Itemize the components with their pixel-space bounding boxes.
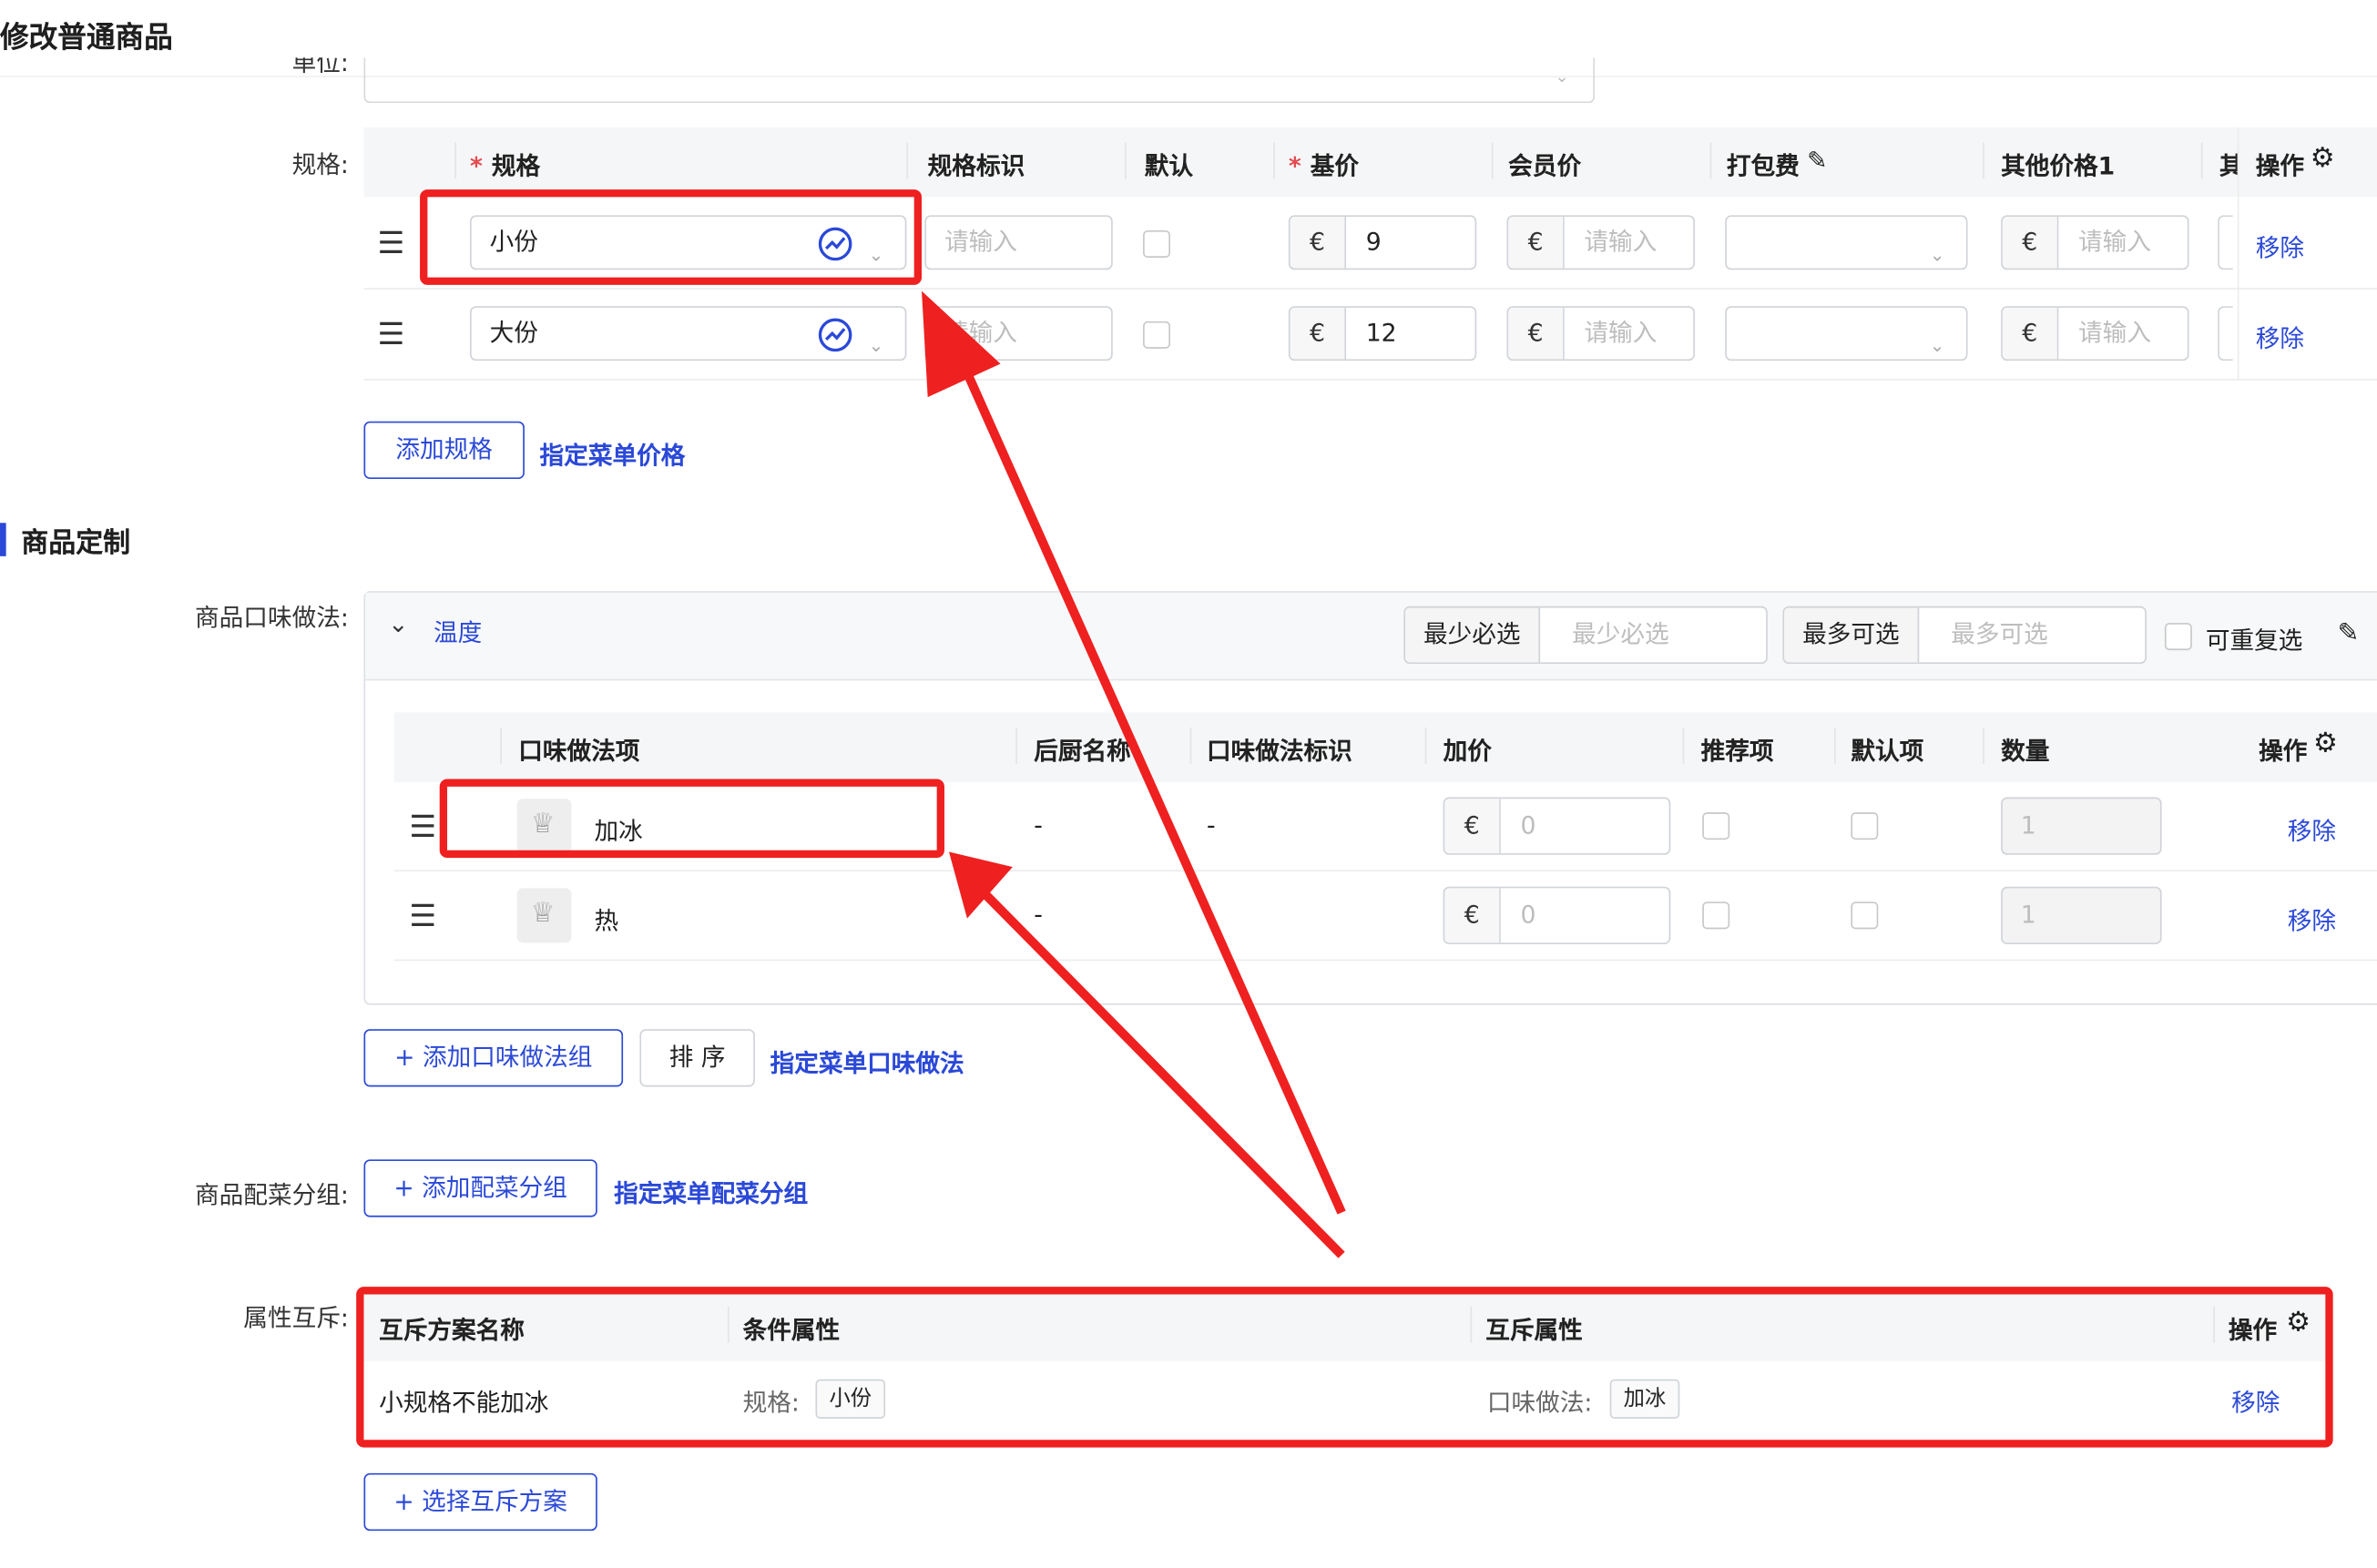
arrow-line (951, 343, 1346, 1215)
arrow-line (982, 891, 1345, 1258)
annotation-arrows (922, 290, 1346, 1258)
arrow-head (922, 290, 1001, 398)
